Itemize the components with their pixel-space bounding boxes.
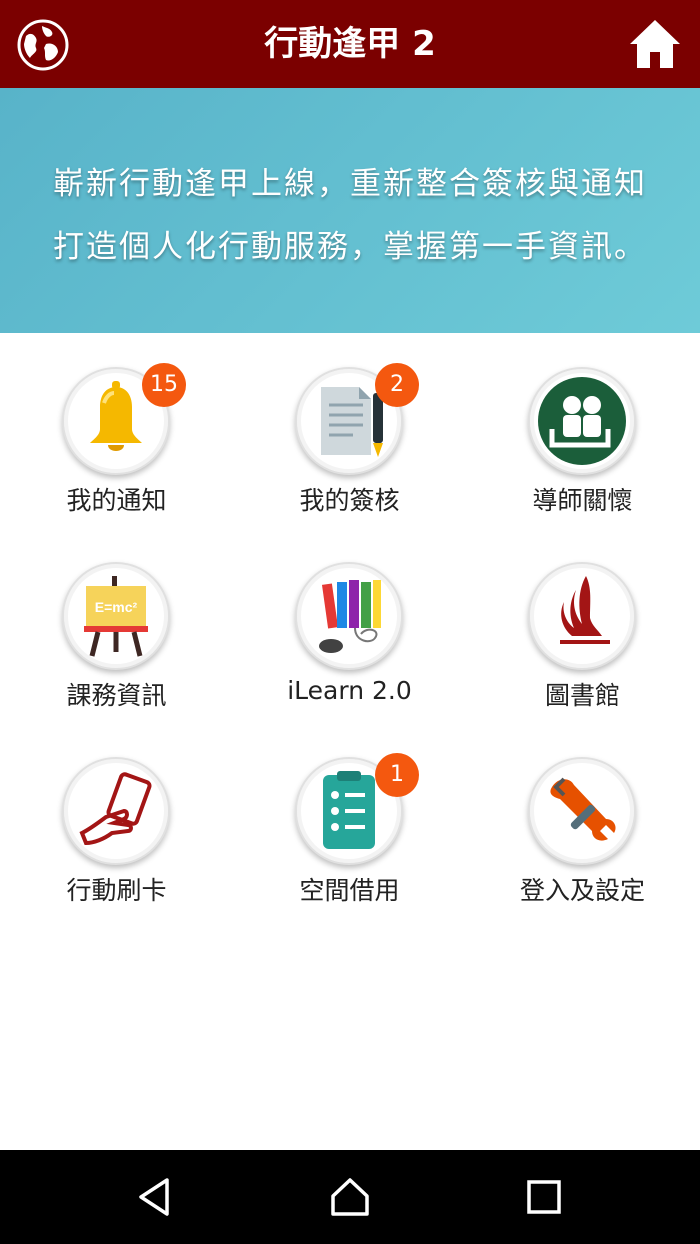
- tile-label: 課務資訊: [66, 681, 167, 710]
- intro-banner: 嶄新行動逢甲上線，重新整合簽核與通知 打造個人化行動服務，掌握第一手資訊。: [0, 88, 700, 333]
- people-care-icon: [538, 377, 626, 465]
- page-title: 行動逢甲 2: [264, 24, 436, 64]
- tile-icon-wrap: [528, 757, 636, 865]
- tile-mentor-care[interactable]: 導師關懷: [466, 333, 699, 523]
- tile-label: 行動刷卡: [66, 876, 167, 905]
- hand-card-icon: [79, 772, 152, 846]
- tile-label: 導師關懷: [532, 486, 633, 515]
- home-icon[interactable]: [628, 18, 682, 70]
- tile-ilearn[interactable]: iLearn 2.0: [233, 528, 466, 718]
- app-bar: 行動逢甲 2: [0, 0, 700, 88]
- tile-icon-wrap: E=mc²: [62, 562, 170, 670]
- easel-text: E=mc²: [95, 599, 138, 615]
- tile-label: 空間借用: [299, 876, 400, 905]
- back-icon[interactable]: [131, 1172, 181, 1222]
- tile-settings[interactable]: 登入及設定: [466, 723, 699, 913]
- tile-notifications[interactable]: 15 我的通知: [0, 333, 233, 523]
- tile-label: 登入及設定: [519, 876, 645, 905]
- tile-icon-wrap: [528, 562, 636, 670]
- notification-count-badge: 15: [142, 363, 186, 407]
- library-logo-icon: [560, 576, 610, 644]
- tile-course-info[interactable]: E=mc² 課務資訊: [0, 528, 233, 718]
- approval-count-badge: 2: [375, 363, 419, 407]
- tile-icon-wrap: [295, 562, 403, 670]
- tile-space-booking[interactable]: 1 空間借用: [233, 723, 466, 913]
- tile-label: iLearn 2.0: [287, 676, 412, 705]
- banner-line-1: 嶄新行動逢甲上線，重新整合簽核與通知: [53, 166, 647, 202]
- tile-library[interactable]: 圖書館: [466, 528, 699, 718]
- books-mouse-icon: [319, 580, 381, 653]
- booking-count-badge: 1: [375, 753, 419, 797]
- recents-icon[interactable]: [519, 1172, 569, 1222]
- tile-label: 圖書館: [544, 681, 620, 710]
- tile-icon-wrap: [62, 757, 170, 865]
- home-nav-icon[interactable]: [325, 1172, 375, 1222]
- tile-approvals[interactable]: 2 我的簽核: [233, 333, 466, 523]
- easel-board-icon: E=mc²: [84, 576, 148, 657]
- system-nav-bar: [0, 1150, 700, 1244]
- tile-label: 我的簽核: [299, 486, 400, 515]
- wrench-settings-icon: [550, 777, 616, 841]
- banner-line-2: 打造個人化行動服務，掌握第一手資訊。: [53, 229, 647, 265]
- tile-label: 我的通知: [66, 486, 167, 515]
- tile-icon-wrap: [528, 367, 636, 475]
- tile-mobile-card[interactable]: 行動刷卡: [0, 723, 233, 913]
